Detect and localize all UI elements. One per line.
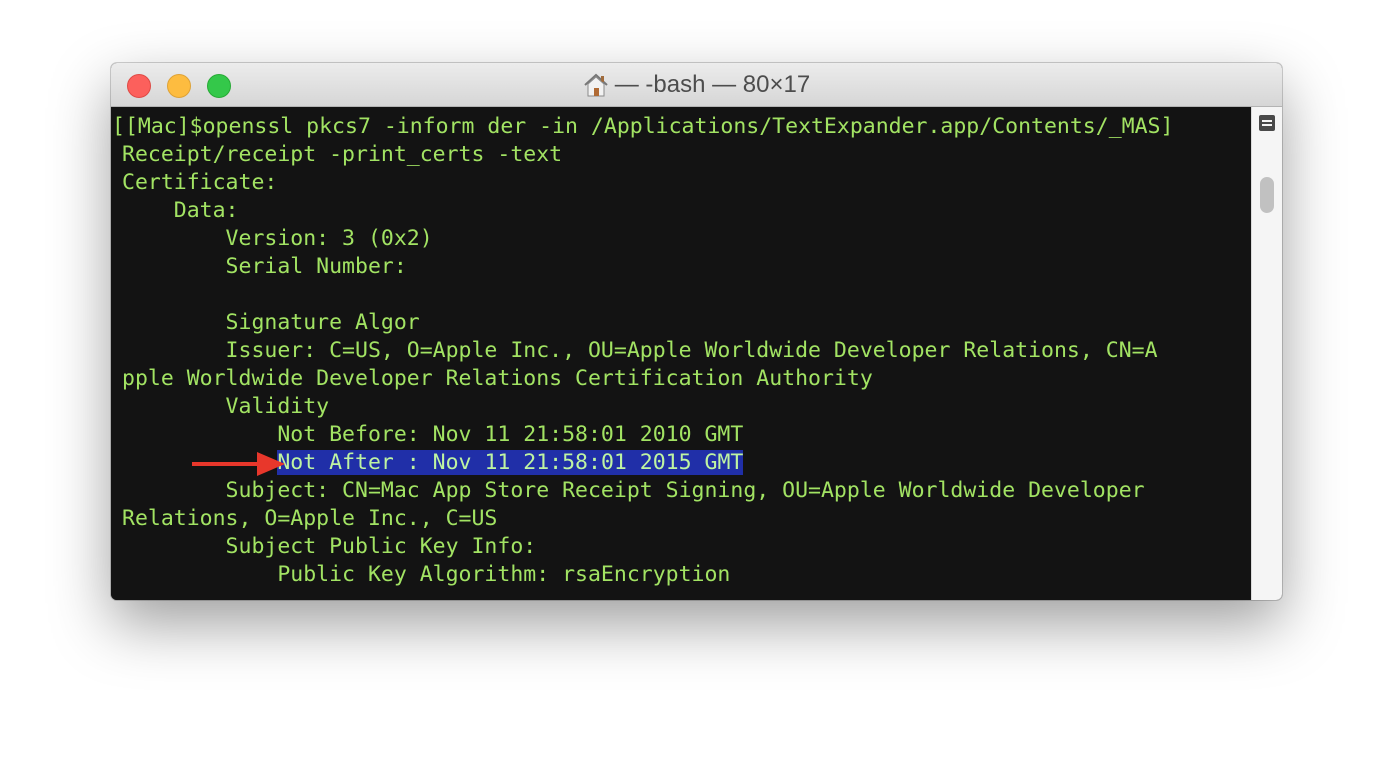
terminal-line: [[Mac]$openssl pkcs7 -inform der -in /Ap… — [112, 114, 1174, 139]
split-pane-icon[interactable] — [1259, 115, 1275, 131]
terminal-line: Signature Algor — [122, 310, 420, 335]
title-bar[interactable]: — -bash — 80×17 — [111, 63, 1282, 107]
terminal-line: Version: 3 (0x2) — [122, 226, 433, 251]
vertical-scrollbar[interactable] — [1251, 107, 1282, 600]
terminal-line: Validity — [122, 394, 330, 419]
terminal-output[interactable]: [[Mac]$openssl pkcs7 -inform der -in /Ap… — [111, 107, 1251, 600]
terminal-line: Relations, O=Apple Inc., C=US — [122, 506, 498, 531]
terminal-line: pple Worldwide Developer Relations Certi… — [122, 366, 873, 391]
terminal-window: — -bash — 80×17 [[Mac]$openssl pkcs7 -in… — [111, 63, 1282, 600]
window-title: — -bash — 80×17 — [614, 71, 811, 98]
terminal-line: Issuer: C=US, O=Apple Inc., OU=Apple Wor… — [122, 338, 1158, 363]
terminal-line: Subject: CN=Mac App Store Receipt Signin… — [122, 478, 1145, 503]
selected-text[interactable]: Not After : Nov 11 21:58:01 2015 GMT — [277, 450, 744, 475]
terminal-line: Receipt/receipt -print_certs -text — [122, 142, 563, 167]
window-title-container: — -bash — 80×17 — [111, 63, 1282, 107]
red-arrow-icon — [192, 452, 285, 476]
home-icon — [584, 73, 608, 97]
terminal-line: Serial Number: — [122, 254, 407, 279]
terminal-line: Data: — [122, 198, 239, 223]
terminal-line: Certificate: — [122, 170, 278, 195]
terminal-line: Subject Public Key Info: — [122, 534, 537, 559]
scroll-thumb[interactable] — [1260, 177, 1274, 213]
terminal-line: Not Before: Nov 11 21:58:01 2010 GMT — [122, 422, 744, 447]
terminal-line: Public Key Algorithm: rsaEncryption — [122, 562, 731, 587]
